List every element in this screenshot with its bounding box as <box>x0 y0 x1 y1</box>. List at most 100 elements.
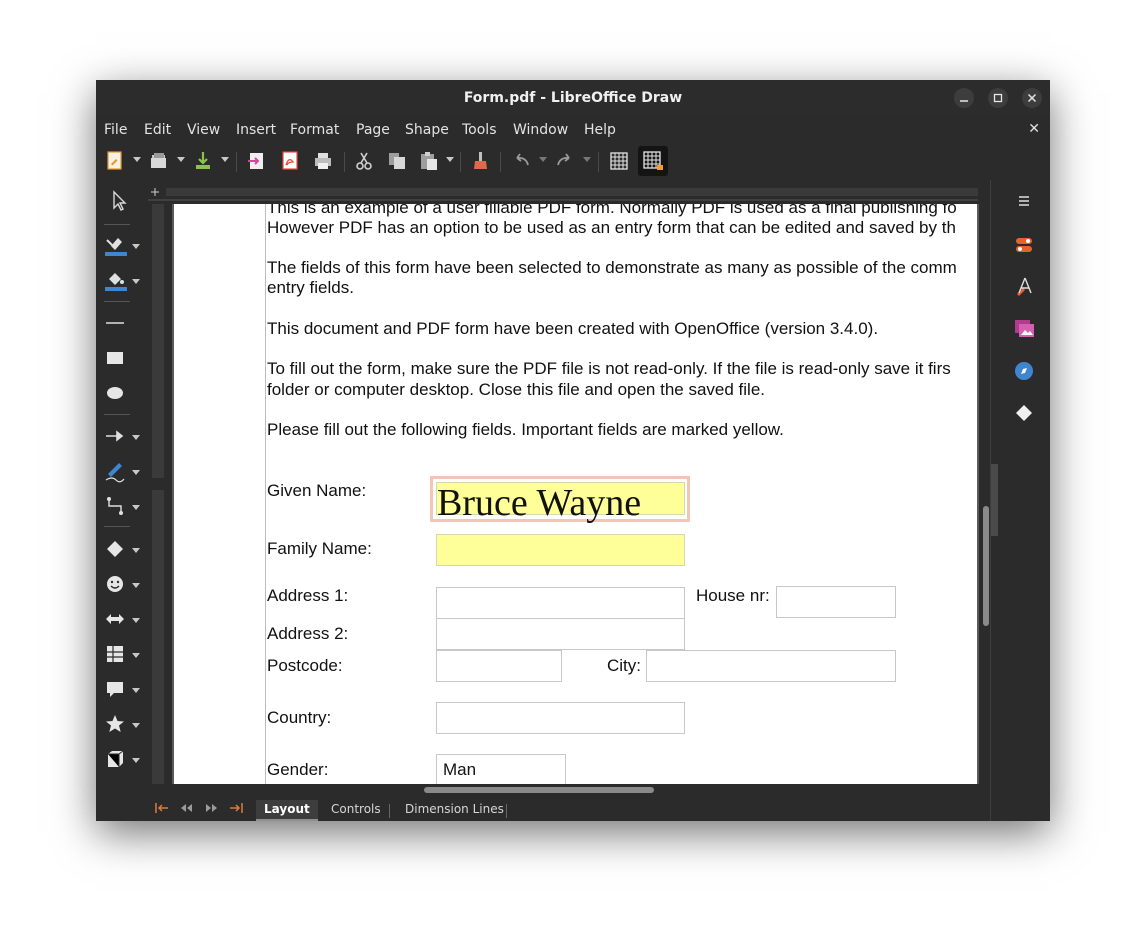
page[interactable]: This is an example of a user fillable PD… <box>174 204 977 784</box>
vertical-scroll-thumb[interactable] <box>983 506 989 626</box>
navigator-deck-button[interactable] <box>1011 358 1037 384</box>
paste-button[interactable] <box>416 148 442 174</box>
styles-deck-button[interactable] <box>1011 274 1037 300</box>
grid-icon <box>610 152 628 170</box>
address1-field[interactable] <box>436 587 685 619</box>
pen-curve-icon <box>105 463 125 483</box>
ellipse-icon <box>107 387 123 399</box>
freeform-tool[interactable] <box>102 458 128 484</box>
paragraph-line: To fill out the form, make sure the PDF … <box>267 359 951 378</box>
given-name-field[interactable]: Bruce Wayne <box>436 482 685 524</box>
line-tool[interactable] <box>102 310 128 336</box>
next-arrow-icon <box>206 804 217 812</box>
pdf-icon <box>282 151 298 170</box>
redo-button[interactable] <box>552 148 578 174</box>
connector-tool[interactable] <box>102 493 128 519</box>
paragraph-line: folder or computer desktop. Close this f… <box>267 380 766 399</box>
menu-tools[interactable]: Tools <box>462 122 497 138</box>
minimize-button[interactable] <box>954 88 974 108</box>
family-name-field[interactable] <box>436 534 685 566</box>
save-download-icon <box>196 152 210 169</box>
previous-tab-button[interactable] <box>178 801 194 818</box>
clone-brush-icon <box>474 152 487 169</box>
cube-icon <box>108 750 124 767</box>
menu-insert[interactable]: Insert <box>236 122 276 138</box>
gallery-deck-button[interactable] <box>1011 316 1037 342</box>
country-field[interactable] <box>436 702 685 734</box>
copy-button[interactable] <box>384 148 410 174</box>
address1-label: Address 1: <box>267 586 349 605</box>
ellipse-tool[interactable] <box>102 380 128 406</box>
horizontal-ruler[interactable] <box>148 180 978 204</box>
callouts-tool[interactable] <box>102 676 128 702</box>
fill-color-tool[interactable] <box>102 267 128 293</box>
undo-button[interactable] <box>508 148 534 174</box>
postcode-label: Postcode: <box>267 656 343 675</box>
close-icon <box>1027 93 1037 103</box>
menu-shape[interactable]: Shape <box>405 122 449 138</box>
select-tool[interactable] <box>106 188 132 214</box>
line-color-icon <box>105 238 127 256</box>
house-nr-label: House nr: <box>696 586 770 605</box>
tab-layout[interactable]: Layout <box>256 800 318 821</box>
menu-format[interactable]: Format <box>290 122 339 138</box>
hamburger-menu-icon <box>1019 196 1029 206</box>
house-nr-field[interactable] <box>776 586 896 618</box>
horizontal-scroll-thumb[interactable] <box>424 787 654 793</box>
close-window-button[interactable] <box>1022 88 1042 108</box>
menu-edit[interactable]: Edit <box>144 122 171 138</box>
smiley-icon <box>107 576 123 592</box>
new-button[interactable] <box>102 148 128 174</box>
open-folder-icon <box>151 153 166 168</box>
menu-view[interactable]: View <box>187 122 220 138</box>
new-document-icon <box>107 151 122 170</box>
print-button[interactable] <box>310 148 336 174</box>
clone-formatting-button[interactable] <box>468 148 494 174</box>
menu-window[interactable]: Window <box>513 122 568 138</box>
paragraph-line: However PDF has an option to be used as … <box>267 218 956 237</box>
basic-shapes-tool[interactable] <box>102 536 128 562</box>
postcode-field[interactable] <box>436 650 562 682</box>
menu-help[interactable]: Help <box>584 122 616 138</box>
arrow-line-tool[interactable] <box>102 423 128 449</box>
menu-page[interactable]: Page <box>356 122 390 138</box>
export-pdf-button[interactable] <box>277 148 303 174</box>
drawing-toolbar <box>96 180 148 800</box>
flowchart-tool[interactable] <box>102 641 128 667</box>
sidebar-menu-button[interactable] <box>1011 188 1037 214</box>
line-color-tool[interactable] <box>102 232 128 258</box>
open-button[interactable] <box>146 148 172 174</box>
tab-controls[interactable]: Controls <box>323 800 389 821</box>
line-icon <box>106 322 124 324</box>
snap-to-grid-button[interactable] <box>638 146 668 176</box>
minimize-icon <box>960 100 968 102</box>
menu-file[interactable]: File <box>104 122 127 138</box>
last-tab-button[interactable] <box>228 801 244 818</box>
address2-field[interactable] <box>436 618 685 650</box>
city-field[interactable] <box>646 650 896 682</box>
sidebar-collapse-handle[interactable] <box>991 464 998 536</box>
shapes-deck-button[interactable] <box>1011 400 1037 426</box>
export-button[interactable] <box>244 148 270 174</box>
drawing-canvas[interactable]: This is an example of a user fillable PD… <box>172 204 979 784</box>
tab-dimension-lines[interactable]: Dimension Lines <box>397 800 512 821</box>
gender-field[interactable]: Man <box>436 754 566 784</box>
rectangle-tool[interactable] <box>102 345 128 371</box>
first-tab-button[interactable] <box>154 801 170 818</box>
block-arrows-tool[interactable] <box>102 606 128 632</box>
3d-objects-tool[interactable] <box>102 746 128 772</box>
cut-button[interactable] <box>351 148 377 174</box>
page-margin-line <box>265 204 266 784</box>
double-arrow-icon <box>106 614 124 624</box>
vertical-ruler[interactable] <box>148 204 172 784</box>
stars-tool[interactable] <box>102 711 128 737</box>
save-button[interactable] <box>190 148 216 174</box>
display-grid-button[interactable] <box>606 148 632 174</box>
paragraph-line: entry fields. <box>267 278 354 297</box>
menu-bar: File Edit View Insert Format Page Shape … <box>96 116 1050 144</box>
symbol-shapes-tool[interactable] <box>102 571 128 597</box>
properties-deck-button[interactable] <box>1011 232 1037 258</box>
close-document-button[interactable]: ✕ <box>1028 121 1040 137</box>
maximize-button[interactable] <box>988 88 1008 108</box>
next-tab-button[interactable] <box>204 801 220 818</box>
